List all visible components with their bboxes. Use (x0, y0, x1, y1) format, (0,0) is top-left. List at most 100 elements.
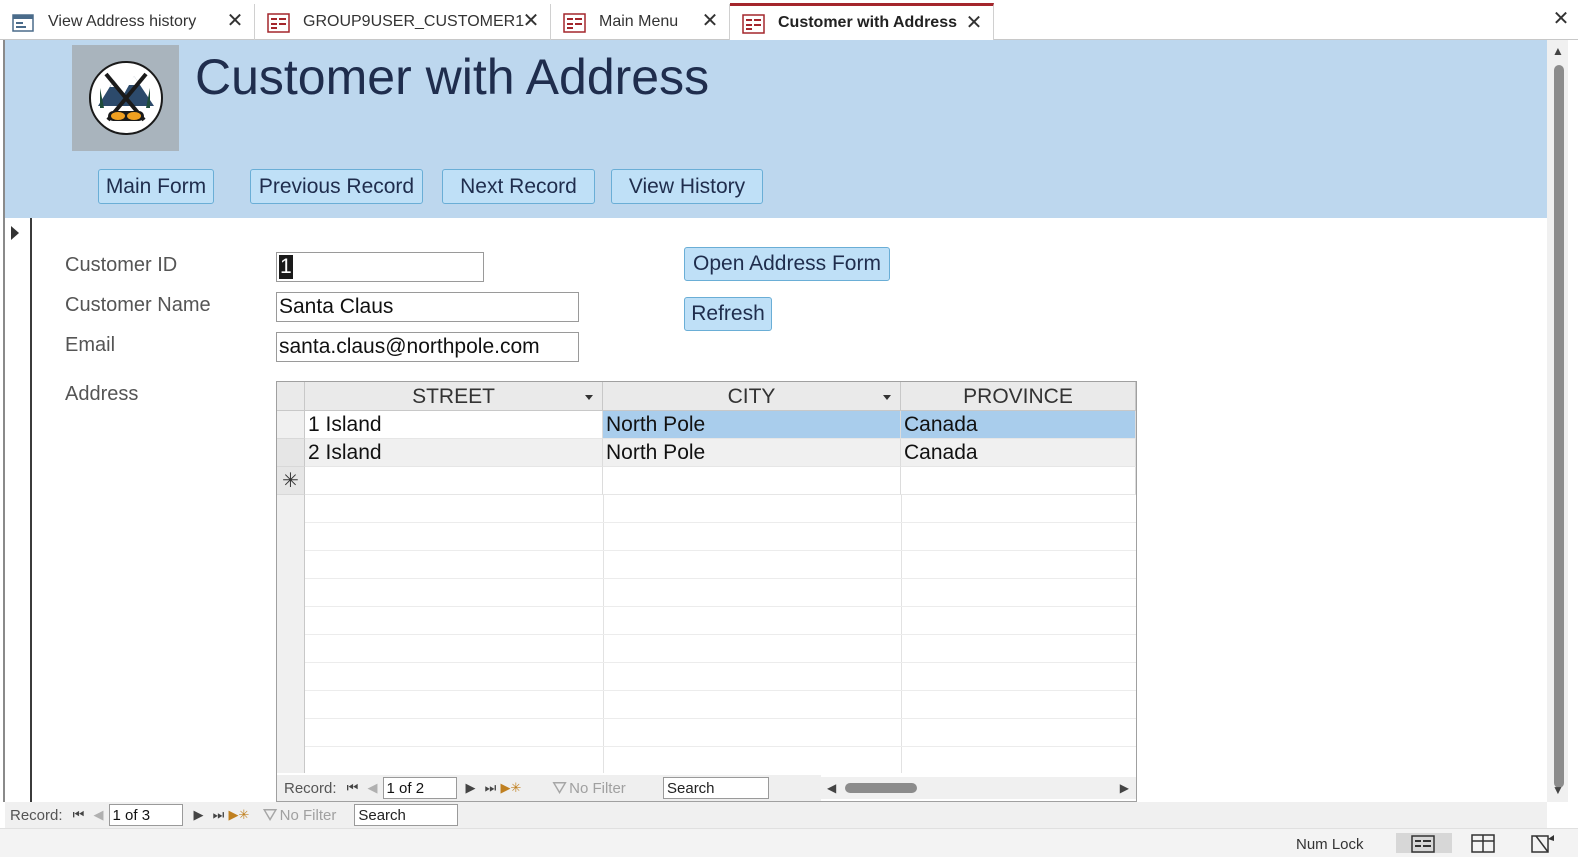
filter-label: No Filter (279, 806, 337, 824)
cell-province[interactable]: Canada (901, 439, 1136, 467)
layout-view-icon[interactable] (1470, 833, 1496, 853)
main-record-navigation: Record: ⏮ ◀ 1 of 3 ▶ ⏭ ▶✳ ⛛ No Filter Se… (5, 802, 1547, 828)
tab-label: Customer with Address (778, 14, 957, 31)
previous-record-button[interactable]: Previous Record (250, 169, 423, 204)
filter-label: No Filter (569, 779, 626, 797)
form-icon (563, 13, 586, 33)
grid-divider (305, 606, 1136, 607)
design-view-icon[interactable] (1530, 833, 1556, 853)
filter-icon: ⛛ (552, 777, 568, 798)
record-position-field[interactable]: 1 of 2 (382, 777, 457, 799)
form-icon (742, 14, 765, 34)
search-input[interactable]: Search (663, 777, 769, 799)
num-lock-indicator: Num Lock (1296, 836, 1364, 853)
column-header-label: STREET (412, 384, 495, 408)
column-header-province[interactable]: PROVINCE (901, 382, 1136, 411)
column-header-street[interactable]: STREET (305, 382, 603, 411)
next-record-icon[interactable]: ▶ (189, 807, 209, 823)
new-record-nav-icon[interactable]: ▶✳ (229, 807, 250, 823)
record-position-field[interactable]: 1 of 3 (108, 804, 183, 826)
address-subform[interactable]: STREET CITY PROVINCE 1 Island North Pole… (276, 381, 1137, 802)
refresh-button[interactable]: Refresh (684, 297, 772, 331)
horizontal-scrollbar[interactable]: ◀ ▶ (820, 777, 1136, 799)
form-header: Customer with Address Main Form Previous… (5, 40, 1547, 218)
first-record-icon[interactable]: ⏮ (69, 807, 89, 823)
form-icon (267, 13, 290, 33)
new-record-nav-icon[interactable]: ▶✳ (501, 780, 522, 796)
view-history-button[interactable]: View History (611, 169, 763, 204)
row-selector[interactable] (277, 439, 305, 467)
email-label: Email (65, 334, 116, 356)
grid-divider (305, 634, 1136, 635)
scroll-up-icon[interactable]: ▲ (1552, 44, 1564, 58)
close-document-icon[interactable]: ✕ (1552, 9, 1570, 29)
table-row[interactable]: 2 Island North Pole Canada (277, 439, 1136, 467)
previous-record-icon[interactable]: ◀ (363, 780, 383, 796)
current-record-arrow-icon (11, 226, 19, 240)
customer-name-field[interactable]: Santa Claus (276, 292, 579, 322)
record-selector[interactable] (5, 218, 32, 802)
close-icon[interactable]: ✕ (226, 11, 244, 31)
grid-header: STREET CITY PROVINCE (277, 382, 1136, 411)
cell-city[interactable]: North Pole (603, 439, 901, 467)
customer-id-field[interactable]: 1 (276, 252, 484, 282)
scroll-left-icon[interactable]: ◀ (827, 781, 836, 795)
column-header-label: CITY (727, 384, 776, 408)
tab-main-menu[interactable]: Main Menu ✕ (551, 4, 730, 40)
dropdown-arrow-icon[interactable] (585, 395, 593, 400)
column-header-city[interactable]: CITY (603, 382, 901, 411)
document-tab-strip: View Address history ✕ GROUP9USER_CUSTOM… (0, 0, 1578, 40)
grid-divider (305, 550, 1136, 551)
cell-street[interactable]: 1 Island (305, 411, 603, 439)
ski-logo (72, 45, 179, 151)
cell-province[interactable] (901, 467, 1136, 495)
next-record-button[interactable]: Next Record (442, 169, 595, 204)
first-record-icon[interactable]: ⏮ (343, 780, 363, 796)
grid-divider (305, 522, 1136, 523)
tab-customer-with-address[interactable]: Customer with Address ✕ (730, 3, 994, 40)
cell-street[interactable] (305, 467, 603, 495)
status-bar: Num Lock (0, 828, 1578, 857)
record-label: Record: (10, 806, 63, 824)
filter-icon: ⛛ (262, 804, 278, 825)
table-row[interactable]: 1 Island North Pole Canada (277, 411, 1136, 439)
filter-indicator[interactable]: ⛛ No Filter (552, 775, 664, 801)
record-label: Record: (284, 779, 337, 797)
cell-city[interactable]: North Pole (603, 411, 901, 439)
address-label: Address (65, 383, 139, 405)
cell-street[interactable]: 2 Island (305, 439, 603, 467)
subform-search: Search (663, 775, 821, 801)
open-address-form-button[interactable]: Open Address Form (684, 247, 890, 281)
last-record-icon[interactable]: ⏭ (209, 807, 229, 823)
new-record-row[interactable]: ✳ (277, 467, 1136, 495)
vertical-scrollbar[interactable]: ▲ ▼ (1547, 40, 1568, 802)
cell-province[interactable]: Canada (901, 411, 1136, 439)
filter-indicator[interactable]: ⛛ No Filter (263, 805, 337, 826)
scroll-right-icon[interactable]: ▶ (1120, 781, 1129, 795)
scroll-thumb[interactable] (1554, 65, 1564, 788)
scroll-thumb[interactable] (845, 783, 917, 793)
row-selector[interactable] (277, 411, 305, 439)
next-record-icon[interactable]: ▶ (461, 780, 481, 796)
dropdown-arrow-icon[interactable] (883, 395, 891, 400)
grid-divider (305, 578, 1136, 579)
tab-view-address-history[interactable]: View Address history ✕ (0, 4, 255, 40)
cell-city[interactable] (603, 467, 901, 495)
grid-divider (305, 690, 1136, 691)
scroll-down-icon[interactable]: ▼ (1552, 783, 1564, 797)
last-record-icon[interactable]: ⏭ (481, 780, 501, 796)
search-input[interactable]: Search (354, 804, 459, 826)
main-form-button[interactable]: Main Form (98, 169, 214, 204)
tab-label: GROUP9USER_CUSTOMER1 (303, 13, 525, 30)
new-record-icon: ✳ (277, 467, 305, 495)
previous-record-icon[interactable]: ◀ (89, 807, 109, 823)
form-view-icon[interactable] (1396, 833, 1452, 853)
report-icon (12, 13, 34, 32)
select-all-corner[interactable] (277, 382, 305, 411)
close-icon[interactable]: ✕ (965, 13, 983, 33)
tab-group9user-customer1[interactable]: GROUP9USER_CUSTOMER1 ✕ (255, 4, 551, 40)
close-icon[interactable]: ✕ (522, 11, 540, 31)
email-field[interactable]: santa.claus@northpole.com (276, 332, 579, 362)
filter-status: ⛛ No Filter (552, 778, 626, 799)
close-icon[interactable]: ✕ (701, 11, 719, 31)
